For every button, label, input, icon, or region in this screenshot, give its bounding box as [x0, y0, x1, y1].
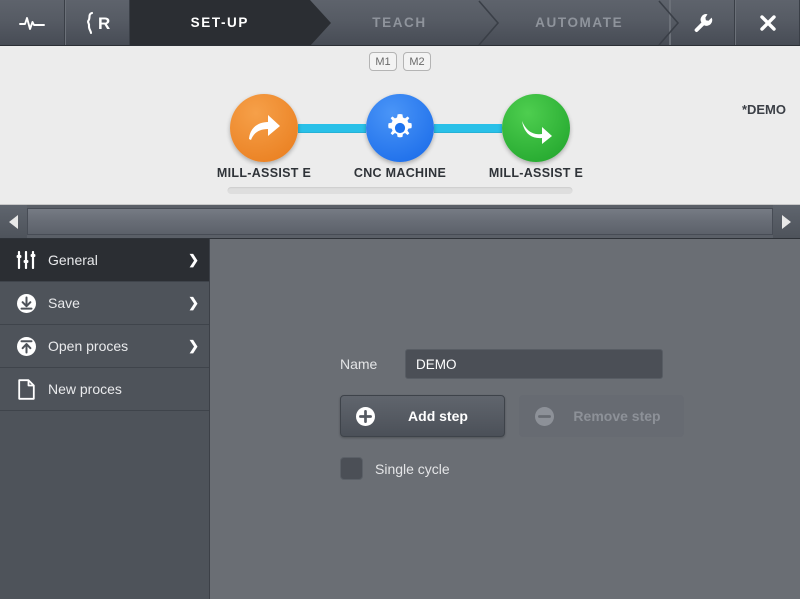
step-buttons-row: Add step Remove step [340, 395, 684, 437]
process-flow-panel: M1 M2 *DEMO MILL-ASSIST E CNC MACHINE MI… [0, 46, 800, 205]
sidebar-item-save-label: Save [48, 295, 80, 311]
flow-connector-2 [434, 123, 502, 133]
pulse-icon [19, 16, 45, 30]
tab-set-up-label: SET-UP [190, 15, 250, 30]
chevron-right-icon-3: ❯ [188, 338, 199, 353]
document-icon [13, 378, 39, 400]
sliders-icon [13, 251, 39, 269]
tab-teach[interactable]: TEACH [310, 0, 500, 46]
robot-button[interactable]: R [65, 0, 130, 45]
workflow-tabs: SET-UP TEACH AUTOMATE [130, 0, 680, 46]
sidebar-item-open-proces[interactable]: Open proces ❯ [0, 325, 209, 368]
flow-node-label-3: MILL-ASSIST E [488, 166, 584, 180]
badge-m1[interactable]: M1 [369, 52, 397, 71]
chevron-right-icon: ❯ [188, 252, 199, 267]
wrench-icon [694, 13, 712, 32]
badge-m2[interactable]: M2 [403, 52, 431, 71]
chevron-right-icon-2: ❯ [188, 295, 199, 310]
minus-circle-icon [535, 406, 554, 426]
scroll-right-button[interactable] [773, 205, 800, 238]
flow-connector-1 [298, 123, 366, 133]
tab-teach-label: TEACH [372, 15, 427, 30]
tab-automate-label: AUTOMATE [535, 15, 624, 30]
sidebar-item-general[interactable]: General ❯ [0, 239, 209, 282]
top-toolbar: R SET-UP TEACH AUTOMATE [0, 0, 800, 46]
diagnostics-button[interactable] [0, 0, 65, 45]
scrollbar-thumb[interactable] [27, 208, 773, 235]
flow-node-circle-orange [230, 94, 298, 162]
general-settings-form: Name Add step Remove step [340, 349, 684, 480]
flow-node-label-1: MILL-ASSIST E [216, 166, 312, 180]
upload-circle-icon [13, 336, 39, 357]
single-cycle-label: Single cycle [375, 460, 450, 477]
gear-icon [388, 114, 412, 138]
sidebar-item-general-label: General [48, 252, 98, 268]
sidebar-item-new-proces-label: New proces [48, 381, 122, 397]
arrow-left-icon [9, 214, 18, 229]
sidebar-item-open-proces-label: Open proces [48, 338, 129, 354]
name-row: Name [340, 349, 684, 379]
close-button[interactable] [735, 0, 800, 45]
robot-arm-icon: R [86, 11, 110, 34]
flow-node-circle-blue [366, 94, 434, 162]
add-step-button-label: Add step [408, 408, 468, 424]
name-input[interactable] [405, 349, 663, 379]
sidebar-item-new-proces[interactable]: New proces [0, 368, 209, 411]
svg-text:R: R [98, 14, 110, 33]
flow-node-circle-green [502, 94, 570, 162]
horizontal-scrollbar[interactable] [0, 205, 800, 239]
scroll-left-button[interactable] [0, 205, 27, 238]
close-icon [759, 14, 776, 31]
machine-badges: M1 M2 [0, 52, 800, 71]
forward-arrow-icon [249, 115, 280, 140]
single-cycle-row: Single cycle [340, 457, 684, 480]
application-window: R SET-UP TEACH AUTOMATE M1 M2 *DEMO MILL… [0, 0, 800, 599]
flow-progress-bar [227, 187, 573, 194]
tab-set-up[interactable]: SET-UP [130, 0, 331, 46]
plus-circle-icon [356, 406, 375, 426]
settings-button[interactable] [670, 0, 735, 45]
download-circle-icon [13, 293, 39, 314]
remove-step-button[interactable]: Remove step [519, 395, 684, 437]
flow-node-mill-assist-in[interactable]: MILL-ASSIST E [217, 94, 311, 180]
flow-node-mill-assist-out[interactable]: MILL-ASSIST E [489, 94, 583, 180]
tab-automate[interactable]: AUTOMATE [489, 0, 680, 46]
down-arrow-icon [522, 121, 552, 144]
main-content-panel: Name Add step Remove step [210, 239, 800, 599]
sidebar-menu: General ❯ Save ❯ Open proces ❯ New proce… [0, 239, 210, 599]
remove-step-button-label: Remove step [573, 408, 661, 424]
single-cycle-checkbox[interactable] [340, 457, 363, 480]
sidebar-item-save[interactable]: Save ❯ [0, 282, 209, 325]
flow-node-label-2: CNC MACHINE [353, 166, 447, 180]
arrow-right-icon [782, 214, 791, 229]
name-label: Name [340, 356, 378, 372]
flow-nodes-row: MILL-ASSIST E CNC MACHINE MILL-ASSIST E [0, 78, 800, 180]
add-step-button[interactable]: Add step [340, 395, 505, 437]
flow-node-cnc-machine[interactable]: CNC MACHINE [354, 94, 446, 180]
